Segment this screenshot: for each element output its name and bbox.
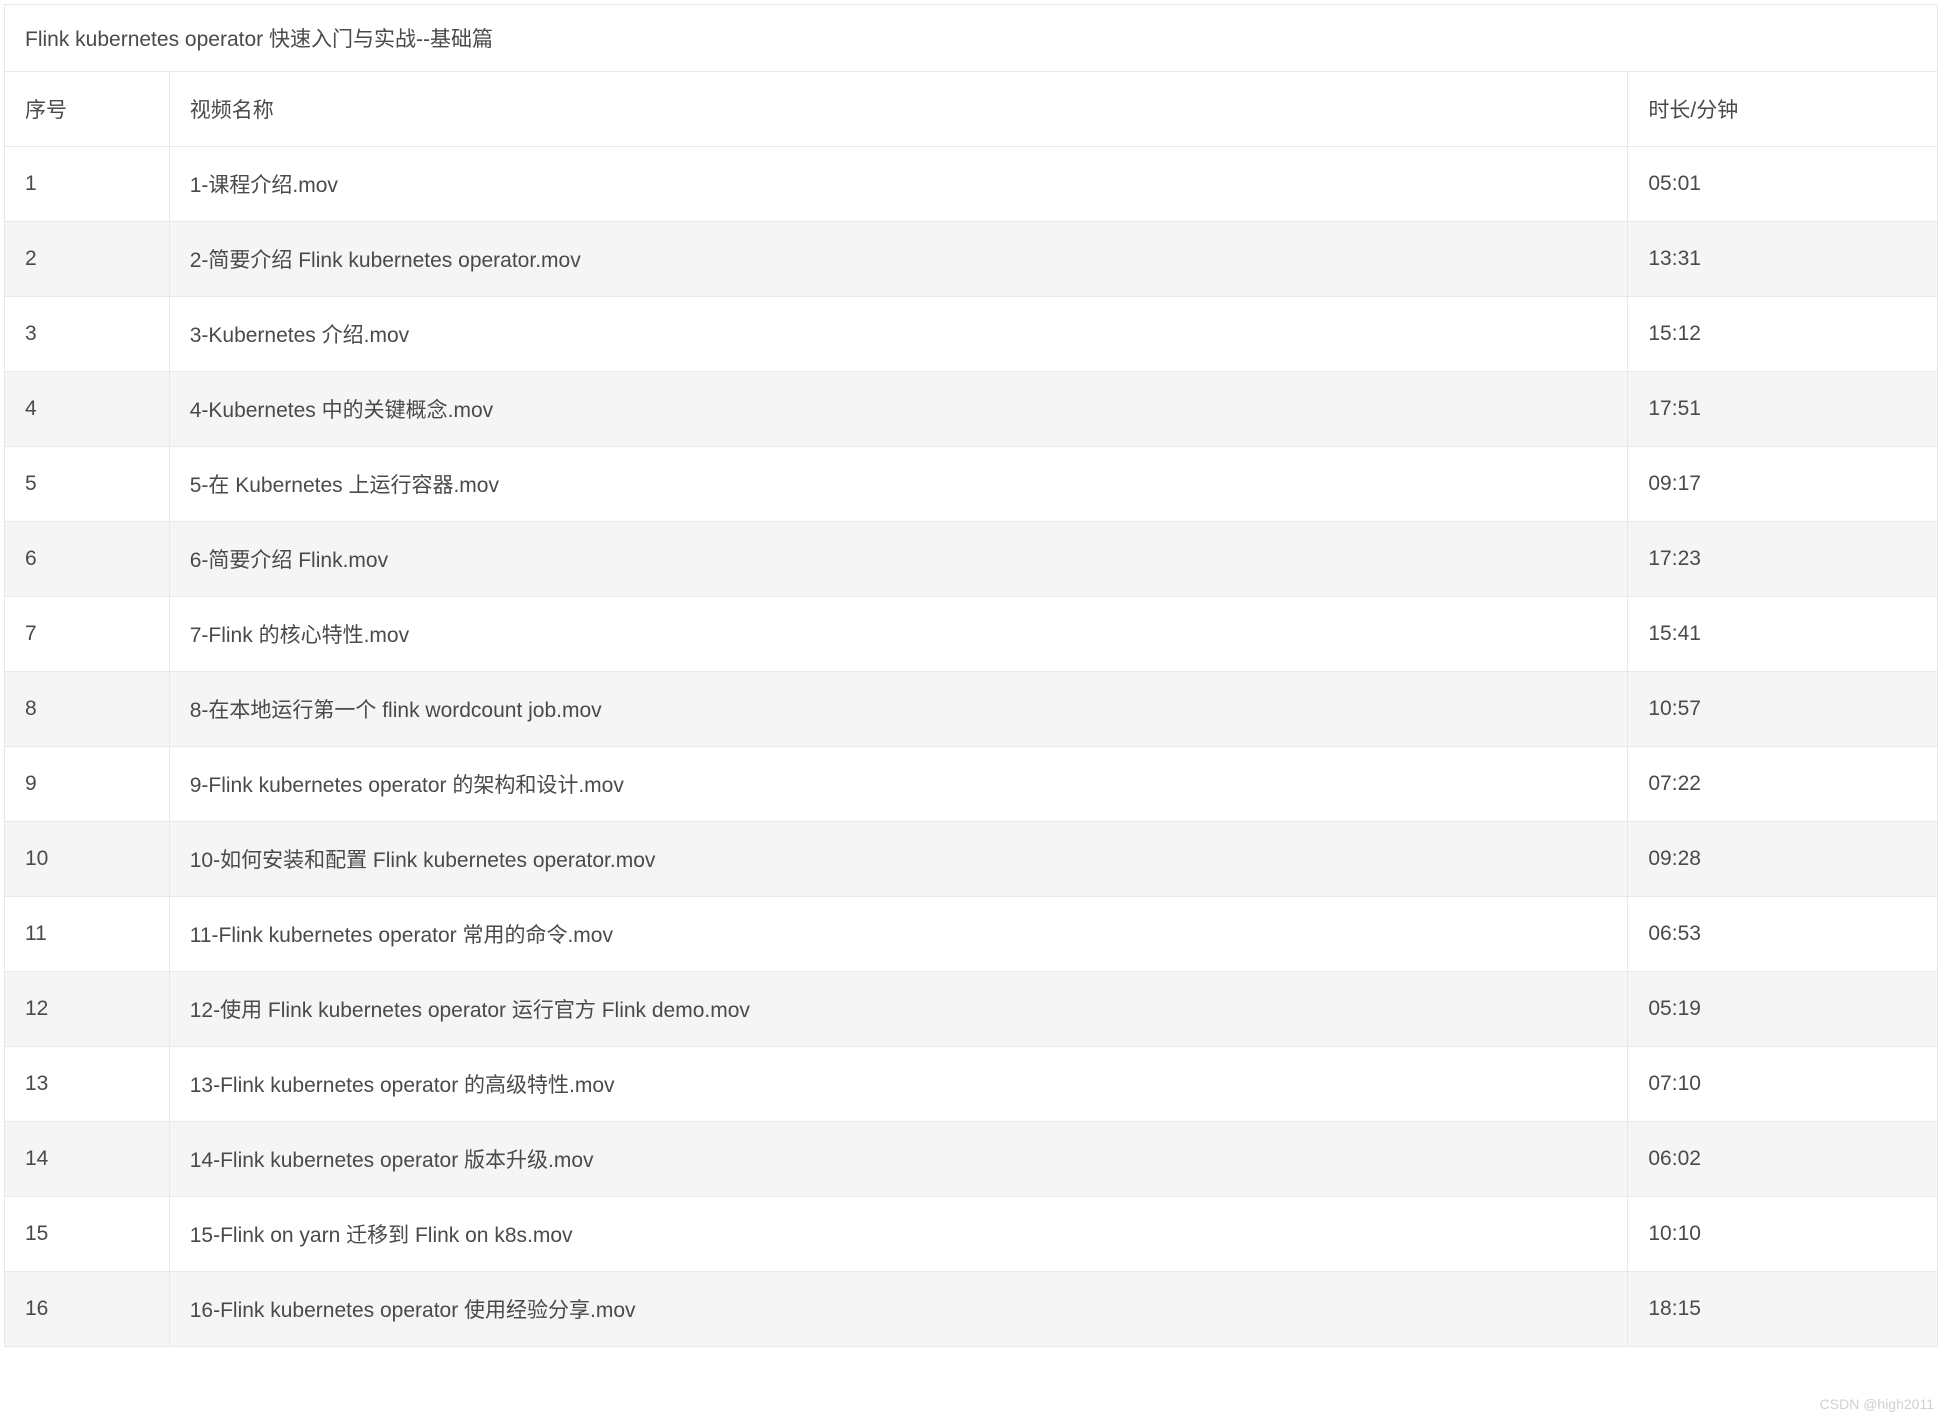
table-row: 99-Flink kubernetes operator 的架构和设计.mov0… bbox=[5, 747, 1937, 822]
column-header-index: 序号 bbox=[5, 72, 169, 147]
cell-index: 10 bbox=[5, 822, 169, 897]
cell-duration: 10:10 bbox=[1628, 1197, 1937, 1272]
table-row: 66-简要介绍 Flink.mov17:23 bbox=[5, 522, 1937, 597]
cell-duration: 18:15 bbox=[1628, 1272, 1937, 1347]
cell-duration: 09:17 bbox=[1628, 447, 1937, 522]
cell-index: 12 bbox=[5, 972, 169, 1047]
column-header-name: 视频名称 bbox=[169, 72, 1628, 147]
cell-name: 5-在 Kubernetes 上运行容器.mov bbox=[169, 447, 1628, 522]
cell-index: 4 bbox=[5, 372, 169, 447]
table-row: 22-简要介绍 Flink kubernetes operator.mov13:… bbox=[5, 222, 1937, 297]
cell-name: 8-在本地运行第一个 flink wordcount job.mov bbox=[169, 672, 1628, 747]
cell-index: 2 bbox=[5, 222, 169, 297]
cell-duration: 13:31 bbox=[1628, 222, 1937, 297]
cell-index: 13 bbox=[5, 1047, 169, 1122]
table-row: 1010-如何安装和配置 Flink kubernetes operator.m… bbox=[5, 822, 1937, 897]
table-row: 1616-Flink kubernetes operator 使用经验分享.mo… bbox=[5, 1272, 1937, 1347]
cell-duration: 10:57 bbox=[1628, 672, 1937, 747]
table-body: 11-课程介绍.mov05:0122-简要介绍 Flink kubernetes… bbox=[5, 147, 1937, 1347]
cell-name: 16-Flink kubernetes operator 使用经验分享.mov bbox=[169, 1272, 1628, 1347]
table-row: 1313-Flink kubernetes operator 的高级特性.mov… bbox=[5, 1047, 1937, 1122]
cell-duration: 15:41 bbox=[1628, 597, 1937, 672]
cell-duration: 05:19 bbox=[1628, 972, 1937, 1047]
column-header-duration: 时长/分钟 bbox=[1628, 72, 1937, 147]
cell-index: 6 bbox=[5, 522, 169, 597]
cell-duration: 07:10 bbox=[1628, 1047, 1937, 1122]
table-row: 1111-Flink kubernetes operator 常用的命令.mov… bbox=[5, 897, 1937, 972]
cell-duration: 15:12 bbox=[1628, 297, 1937, 372]
table-row: 77-Flink 的核心特性.mov15:41 bbox=[5, 597, 1937, 672]
cell-duration: 06:02 bbox=[1628, 1122, 1937, 1197]
cell-duration: 17:23 bbox=[1628, 522, 1937, 597]
cell-name: 4-Kubernetes 中的关键概念.mov bbox=[169, 372, 1628, 447]
cell-index: 3 bbox=[5, 297, 169, 372]
table-row: 33-Kubernetes 介绍.mov15:12 bbox=[5, 297, 1937, 372]
cell-name: 12-使用 Flink kubernetes operator 运行官方 Fli… bbox=[169, 972, 1628, 1047]
cell-name: 15-Flink on yarn 迁移到 Flink on k8s.mov bbox=[169, 1197, 1628, 1272]
table-row: 1212-使用 Flink kubernetes operator 运行官方 F… bbox=[5, 972, 1937, 1047]
table-row: 1515-Flink on yarn 迁移到 Flink on k8s.mov1… bbox=[5, 1197, 1937, 1272]
cell-name: 14-Flink kubernetes operator 版本升级.mov bbox=[169, 1122, 1628, 1197]
cell-name: 3-Kubernetes 介绍.mov bbox=[169, 297, 1628, 372]
table-row: 55-在 Kubernetes 上运行容器.mov09:17 bbox=[5, 447, 1937, 522]
cell-name: 2-简要介绍 Flink kubernetes operator.mov bbox=[169, 222, 1628, 297]
table-row: 11-课程介绍.mov05:01 bbox=[5, 147, 1937, 222]
cell-name: 13-Flink kubernetes operator 的高级特性.mov bbox=[169, 1047, 1628, 1122]
cell-index: 11 bbox=[5, 897, 169, 972]
table-row: 88-在本地运行第一个 flink wordcount job.mov10:57 bbox=[5, 672, 1937, 747]
video-table: 序号 视频名称 时长/分钟 11-课程介绍.mov05:0122-简要介绍 Fl… bbox=[5, 72, 1937, 1346]
cell-duration: 09:28 bbox=[1628, 822, 1937, 897]
cell-name: 11-Flink kubernetes operator 常用的命令.mov bbox=[169, 897, 1628, 972]
table-title: Flink kubernetes operator 快速入门与实战--基础篇 bbox=[5, 5, 1937, 72]
cell-index: 9 bbox=[5, 747, 169, 822]
table-row: 44-Kubernetes 中的关键概念.mov17:51 bbox=[5, 372, 1937, 447]
cell-index: 8 bbox=[5, 672, 169, 747]
cell-index: 5 bbox=[5, 447, 169, 522]
cell-name: 9-Flink kubernetes operator 的架构和设计.mov bbox=[169, 747, 1628, 822]
cell-index: 1 bbox=[5, 147, 169, 222]
cell-index: 7 bbox=[5, 597, 169, 672]
cell-duration: 17:51 bbox=[1628, 372, 1937, 447]
course-table-container: Flink kubernetes operator 快速入门与实战--基础篇 序… bbox=[4, 4, 1938, 1347]
cell-index: 16 bbox=[5, 1272, 169, 1347]
cell-duration: 05:01 bbox=[1628, 147, 1937, 222]
cell-duration: 07:22 bbox=[1628, 747, 1937, 822]
cell-index: 14 bbox=[5, 1122, 169, 1197]
watermark: CSDN @high2011 bbox=[1820, 1396, 1934, 1412]
cell-duration: 06:53 bbox=[1628, 897, 1937, 972]
table-row: 1414-Flink kubernetes operator 版本升级.mov0… bbox=[5, 1122, 1937, 1197]
cell-name: 10-如何安装和配置 Flink kubernetes operator.mov bbox=[169, 822, 1628, 897]
cell-index: 15 bbox=[5, 1197, 169, 1272]
cell-name: 1-课程介绍.mov bbox=[169, 147, 1628, 222]
cell-name: 7-Flink 的核心特性.mov bbox=[169, 597, 1628, 672]
table-header-row: 序号 视频名称 时长/分钟 bbox=[5, 72, 1937, 147]
cell-name: 6-简要介绍 Flink.mov bbox=[169, 522, 1628, 597]
